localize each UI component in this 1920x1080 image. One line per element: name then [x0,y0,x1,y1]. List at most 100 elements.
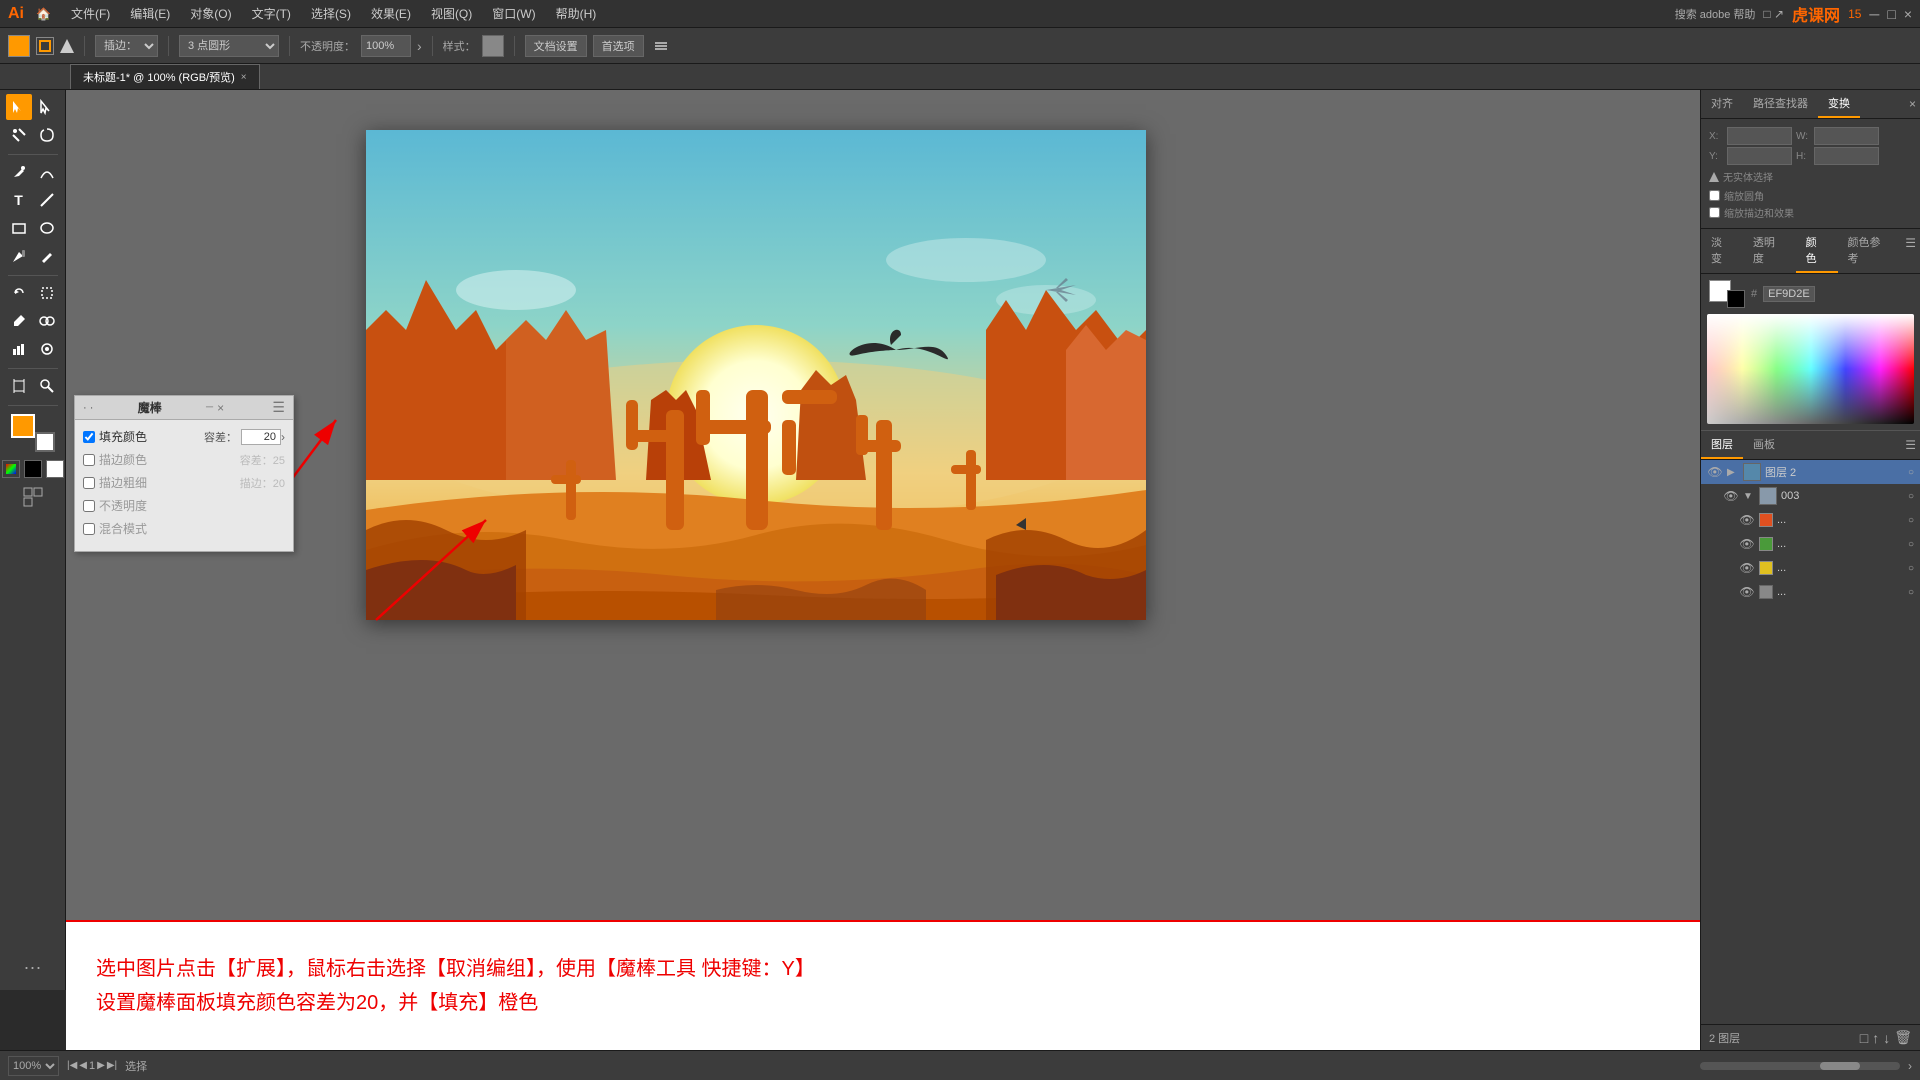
document-tab[interactable]: 未标题-1* @ 100% (RGB/预览) × [70,64,260,89]
tolerance-arrow[interactable]: › [281,430,285,444]
blend-select[interactable]: 插边： [95,35,158,57]
menu-help[interactable]: 帮助(H) [548,3,605,24]
tab-align[interactable]: 对齐 [1701,90,1743,118]
tolerance-value[interactable]: 20 [241,429,281,445]
opacity-label-magic[interactable]: 不透明度 [83,497,285,514]
expand-layer2[interactable]: ▶ [1727,467,1739,478]
color-panel-menu[interactable]: ☰ [1901,229,1920,273]
fill-color-swatch[interactable] [8,35,30,57]
graph-tool[interactable] [6,336,32,362]
blend-mode-checkbox[interactable] [83,523,95,535]
tab-color[interactable]: 颜色 [1796,229,1838,273]
color3-circle[interactable]: ○ [1908,563,1914,574]
preferences-btn[interactable]: 首选项 [593,35,644,57]
layer-add-btn[interactable]: □ [1860,1030,1868,1046]
layer2-circle[interactable]: ○ [1908,467,1914,478]
artboard-tool[interactable] [6,373,32,399]
type-tool[interactable]: T [6,187,32,213]
window-maximize[interactable]: □ [1887,6,1895,22]
paintbrush-tool[interactable] [6,243,32,269]
stroke-color-label[interactable]: 描边颜色 [83,451,240,468]
tab-artboard[interactable]: 画板 [1743,431,1785,459]
layer-color-2[interactable]: 👁 ... ○ [1733,532,1920,556]
color1-circle[interactable]: ○ [1908,515,1914,526]
eye-icon-003[interactable]: 👁 [1723,489,1739,503]
style-preview[interactable] [482,35,504,57]
eye-color1[interactable]: 👁 [1739,513,1755,527]
menu-window[interactable]: 窗口(W) [484,3,543,24]
curvature-tool[interactable] [34,159,60,185]
menu-object[interactable]: 对象(O) [182,3,239,24]
w-input[interactable] [1814,127,1879,145]
menu-view[interactable]: 视图(Q) [423,3,480,24]
ellipse-tool[interactable] [34,215,60,241]
select-tool[interactable] [6,94,32,120]
opacity-checkbox[interactable] [83,500,95,512]
003-circle[interactable]: ○ [1908,491,1914,502]
scroll-right[interactable]: › [1908,1059,1912,1073]
pencil-tool[interactable] [34,243,60,269]
fill-color-checkbox[interactable] [83,431,95,443]
layer-color-3[interactable]: 👁 ... ○ [1733,556,1920,580]
stroke-weight-label[interactable]: 描边粗细 [83,474,240,491]
magic-wand-tool[interactable] [6,122,32,148]
scale-effects-checkbox[interactable] [1709,207,1720,218]
transform-tool[interactable] [34,280,60,306]
layer-comp[interactable] [20,484,46,510]
next-page[interactable]: ▶ [97,1060,105,1071]
magic-panel-menu[interactable]: ☰ [272,399,285,416]
color4-circle[interactable]: ○ [1908,587,1914,598]
tab-pathfinder[interactable]: 路径查找器 [1743,90,1818,118]
doc-settings-btn[interactable]: 文档设置 [525,35,587,57]
more-tools[interactable]: ··· [24,957,42,978]
blend-mode-label[interactable]: 混合模式 [83,520,285,537]
stroke-color-checkbox[interactable] [83,454,95,466]
opacity-input[interactable] [361,35,411,57]
magic-panel-close[interactable]: × [217,401,224,415]
tab-transparency[interactable]: 透明度 [1743,229,1796,273]
right-panel-close[interactable]: × [1905,90,1920,118]
prev-page[interactable]: ◀ [79,1060,87,1071]
opacity-arrow[interactable]: › [417,38,422,54]
x-input[interactable] [1727,127,1792,145]
menu-effect[interactable]: 效果(E) [363,3,419,24]
tab-transform[interactable]: 变换 [1818,90,1860,118]
direct-select-tool[interactable] [34,94,60,120]
menu-file[interactable]: 文件(F) [63,3,118,24]
background-color[interactable] [35,432,55,452]
line-tool[interactable] [34,187,60,213]
shape-builder-tool[interactable] [34,308,60,334]
first-page[interactable]: |◀ [67,1060,77,1071]
layer-group-2[interactable]: 👁 ▶ 图层 2 ○ [1701,460,1920,484]
menu-edit[interactable]: 编辑(E) [122,3,178,24]
symbol-tool[interactable] [34,336,60,362]
layer-003[interactable]: 👁 ▼ 003 ○ [1717,484,1920,508]
eye-dropper-tool[interactable] [6,308,32,334]
tab-color-ref[interactable]: 颜色参考 [1838,229,1902,273]
lasso-tool[interactable] [34,122,60,148]
eye-color4[interactable]: 👁 [1739,585,1755,599]
stroke-options[interactable] [60,39,74,53]
tab-layers[interactable]: 图层 [1701,431,1743,459]
layer-color-1[interactable]: 👁 ... ○ [1733,508,1920,532]
zoom-select[interactable]: 100% [8,1056,59,1076]
layer-color-4[interactable]: 👁 ... ○ [1733,580,1920,604]
color-spectrum-container[interactable] [1701,314,1920,430]
expand-003[interactable]: ▼ [1743,491,1755,502]
eye-color2[interactable]: 👁 [1739,537,1755,551]
pen-tool[interactable] [6,159,32,185]
h-input[interactable] [1814,147,1879,165]
layer-delete-btn[interactable]: 🗑 [1894,1029,1912,1046]
color-mode[interactable] [2,460,20,478]
rect-tool[interactable] [6,215,32,241]
tab-gradient[interactable]: 淡变 [1701,229,1743,273]
y-input[interactable] [1727,147,1792,165]
eye-icon-layer2[interactable]: 👁 [1707,465,1723,479]
window-close[interactable]: × [1904,6,1912,22]
tab-close[interactable]: × [241,72,247,83]
h-scrollbar[interactable] [1700,1062,1900,1070]
black-mode[interactable] [24,460,42,478]
layers-panel-menu[interactable]: ☰ [1901,431,1920,459]
layer-move-down[interactable]: ↓ [1883,1030,1890,1046]
points-select[interactable]: 3 点圆形 [179,35,279,57]
